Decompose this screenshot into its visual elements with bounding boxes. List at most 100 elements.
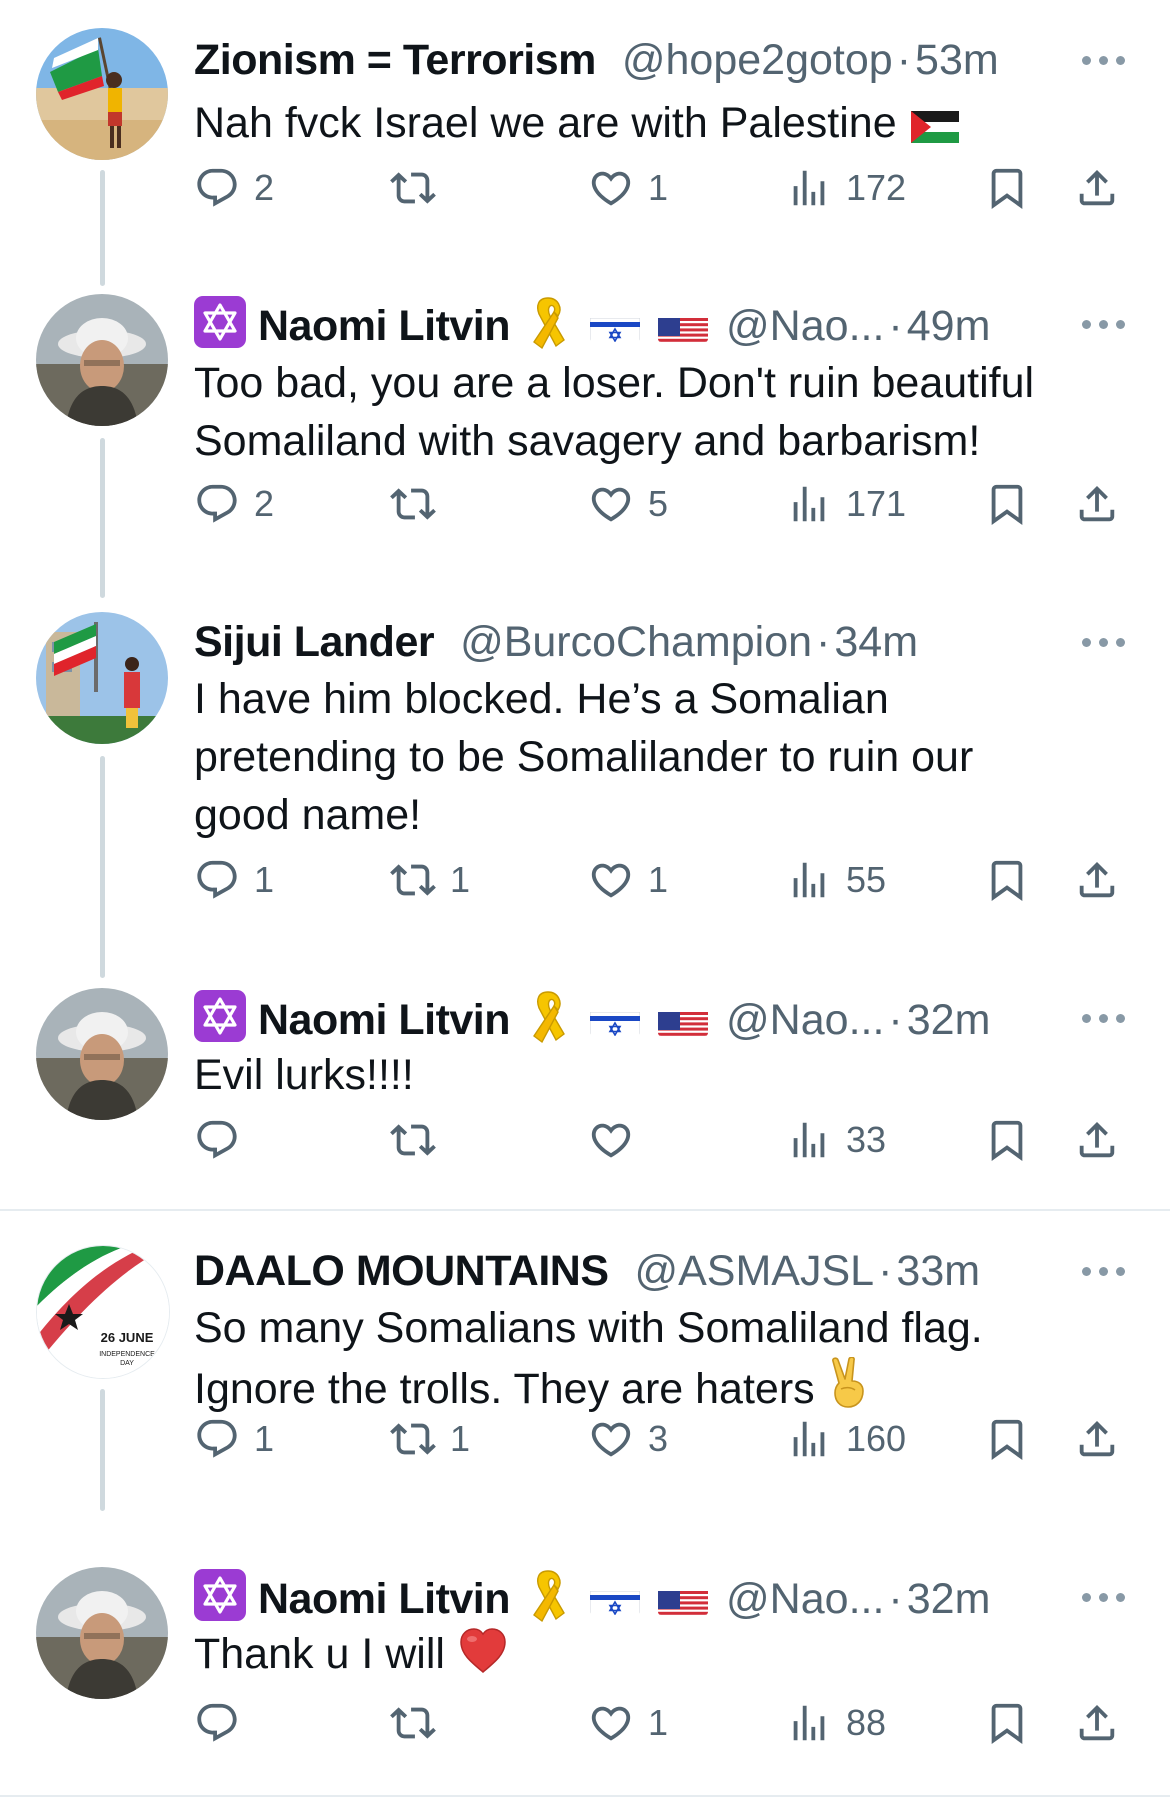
retweet-button[interactable] — [390, 1110, 450, 1170]
username[interactable]: @BurcoChampion — [460, 618, 812, 666]
views-button[interactable]: 88 — [786, 1693, 886, 1753]
avatar-caption-day: 26 — [101, 1330, 115, 1345]
username[interactable]: @hope2gotop — [622, 36, 893, 84]
display-name[interactable]: Naomi Litvin — [258, 1575, 511, 1623]
share-button[interactable] — [1074, 1110, 1120, 1170]
more-options-icon[interactable] — [1082, 320, 1126, 332]
share-button[interactable] — [1074, 158, 1120, 218]
reply-button[interactable]: 2 — [194, 474, 274, 534]
display-name[interactable]: DAALO MOUNTAINS — [194, 1247, 609, 1295]
bookmark-button[interactable] — [984, 158, 1030, 218]
reply-button[interactable]: 2 — [194, 158, 274, 218]
more-options-icon[interactable] — [1082, 638, 1126, 650]
like-icon — [588, 1416, 634, 1462]
username[interactable]: @Nao... — [726, 1575, 884, 1623]
views-button[interactable]: 33 — [786, 1110, 886, 1170]
views-icon — [786, 857, 832, 903]
avatar[interactable] — [36, 28, 168, 160]
avatar-caption-independence: INDEPENDENCE — [99, 1351, 155, 1358]
avatar[interactable] — [36, 612, 168, 744]
like-button[interactable]: 1 — [588, 158, 668, 218]
share-button[interactable] — [1074, 850, 1120, 910]
bookmark-button[interactable] — [984, 474, 1030, 534]
avatar[interactable] — [36, 294, 168, 426]
view-count: 160 — [846, 1418, 907, 1459]
timestamp[interactable]: 34m — [834, 618, 918, 666]
timestamp[interactable]: 33m — [896, 1247, 980, 1295]
retweet-button[interactable]: 1 — [390, 850, 470, 910]
reply-icon — [194, 481, 240, 527]
bookmark-button[interactable] — [984, 850, 1030, 910]
reply-button[interactable]: 1 — [194, 1409, 274, 1469]
like-button[interactable]: 1 — [588, 1693, 668, 1753]
timestamp[interactable]: 32m — [907, 1575, 991, 1623]
display-name[interactable]: Zionism = Terrorism — [194, 36, 596, 84]
thread-connector — [100, 1389, 105, 1511]
reply-count: 2 — [254, 167, 275, 208]
views-button[interactable]: 160 — [786, 1409, 906, 1469]
share-button[interactable] — [1074, 474, 1120, 534]
display-name[interactable]: Naomi Litvin — [258, 302, 511, 350]
view-count: 33 — [846, 1119, 887, 1160]
israel-flag-icon — [590, 1002, 640, 1036]
like-button[interactable]: 1 — [588, 850, 668, 910]
tweet-actions: 2 5 171 — [194, 474, 1134, 534]
retweet-icon — [390, 1117, 436, 1163]
tweet-header: Naomi Litvin @Nao...·32m — [194, 988, 1094, 1048]
separator-dot: · — [816, 618, 831, 666]
views-button[interactable]: 55 — [786, 850, 886, 910]
like-button[interactable] — [588, 1110, 648, 1170]
avatar[interactable]: 26 JUNE INDEPENDENCE DAY — [36, 1245, 170, 1379]
bookmark-button[interactable] — [984, 1409, 1030, 1469]
timestamp[interactable]: 53m — [915, 36, 999, 84]
reply-icon — [194, 1117, 240, 1163]
retweet-button[interactable] — [390, 1693, 450, 1753]
username[interactable]: @Nao... — [726, 302, 884, 350]
tweet-text: Thank u I will — [194, 1625, 1094, 1689]
display-name[interactable]: Naomi Litvin — [258, 996, 511, 1044]
view-count: 88 — [846, 1702, 887, 1743]
retweet-button[interactable] — [390, 474, 450, 534]
reply-count: 1 — [254, 1418, 275, 1459]
view-count: 55 — [846, 859, 887, 900]
views-button[interactable]: 172 — [786, 158, 906, 218]
separator-dot: · — [896, 36, 912, 84]
more-options-icon[interactable] — [1082, 1267, 1126, 1279]
bookmark-button[interactable] — [984, 1693, 1030, 1753]
more-options-icon[interactable] — [1082, 56, 1126, 68]
avatar[interactable] — [36, 1567, 168, 1699]
tweet-text: Evil lurks!!!! — [194, 1051, 414, 1099]
separator-dot: · — [878, 1247, 893, 1295]
like-count: 1 — [648, 1702, 669, 1743]
view-count: 172 — [846, 167, 907, 208]
views-button[interactable]: 171 — [786, 474, 906, 534]
more-options-icon[interactable] — [1082, 1014, 1126, 1026]
reply-button[interactable]: 1 — [194, 850, 274, 910]
username[interactable]: @Nao... — [726, 996, 884, 1044]
share-button[interactable] — [1074, 1409, 1120, 1469]
share-icon — [1074, 165, 1120, 211]
display-name[interactable]: Sijui Lander — [194, 618, 435, 666]
tweet-actions: 33 — [194, 1110, 1134, 1170]
timestamp[interactable]: 49m — [907, 302, 991, 350]
tweet-header: Zionism = Terrorism @hope2gotop·53m — [194, 30, 1094, 90]
like-button[interactable]: 5 — [588, 474, 668, 534]
share-button[interactable] — [1074, 1693, 1120, 1753]
more-options-icon[interactable] — [1082, 1593, 1126, 1605]
bookmark-button[interactable] — [984, 1110, 1030, 1170]
avatar-caption-day-label: DAY — [120, 1360, 134, 1367]
reply-button[interactable] — [194, 1693, 254, 1753]
like-icon — [588, 165, 634, 211]
reply-button[interactable] — [194, 1110, 254, 1170]
views-icon — [786, 1416, 832, 1462]
timestamp[interactable]: 32m — [907, 996, 991, 1044]
tweet-text: So many Somalians with Somaliland flag. … — [194, 1299, 1094, 1424]
like-button[interactable]: 3 — [588, 1409, 668, 1469]
tweet-header: Naomi Litvin @Nao...·32m — [194, 1567, 1094, 1627]
avatar[interactable] — [36, 988, 168, 1120]
username[interactable]: @ASMAJSL — [634, 1247, 874, 1295]
retweet-count: 1 — [450, 859, 471, 900]
reply-count: 2 — [254, 483, 275, 524]
retweet-button[interactable]: 1 — [390, 1409, 470, 1469]
retweet-button[interactable] — [390, 158, 450, 218]
